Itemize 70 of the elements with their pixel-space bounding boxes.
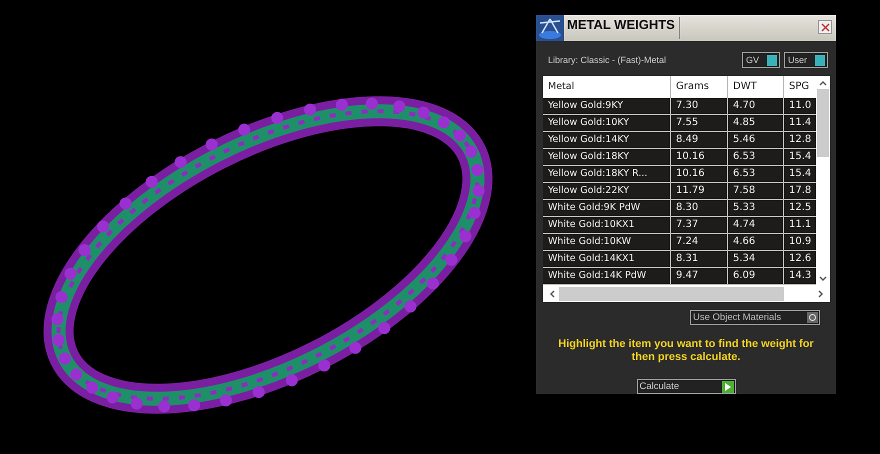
table-cell: White Gold:9K PdW [543,200,671,216]
table-cell: Yellow Gold:9KY [543,98,671,114]
table-cell-text: 12.6 [788,252,812,266]
toggle-button[interactable]: GV [742,52,780,68]
table-row[interactable]: White Gold:14KX1 8.31 5.34 12.6 [543,251,816,268]
table-cell-text: 11.4 [788,116,812,130]
close-button[interactable] [818,20,832,34]
table-cell: 4.66 [728,234,784,250]
table-row[interactable]: Yellow Gold:22KY 11.79 7.58 17.8 [543,183,816,200]
window-title: METAL WEIGHTS [566,16,676,34]
calculate-button[interactable]: Calculate [636,379,736,394]
instruction-text: Highlight the item you want to find the weight for then press calculate. [557,338,815,364]
table-row[interactable]: White Gold:14K PdW 9.47 6.09 14.3 [543,268,816,285]
table-cell: 4.74 [728,217,784,233]
table-cell: White Gold:14KX1 [543,251,671,267]
table-cell: 9.47 [671,268,728,284]
table-cell: 6.53 [728,149,784,165]
table-cell: White Gold:14K PdW [543,268,671,284]
table-cell: 5.33 [728,200,784,216]
table-cell: 11.79 [671,183,728,199]
table-row[interactable]: Yellow Gold:10KY 7.55 4.85 11.4 [543,115,816,132]
table-cell: Yellow Gold:18KY [543,149,671,165]
table-cell: 7.24 [671,234,728,250]
table-cell: 6.09 [728,268,784,284]
table-row[interactable]: Yellow Gold:18KY 10.16 6.53 15.4 [543,149,816,166]
table-cell-text: 15.4 [788,150,812,164]
table-cell: White Gold:10KW [543,234,671,250]
table-cell: 7.30 [671,98,728,114]
table-cell: 7.58 [728,183,784,199]
table-cell-text: 12.5 [788,201,812,215]
table-row[interactable]: Yellow Gold:18KY R... 10.16 6.53 15.4 [543,166,816,183]
table-cell-text: 15.4 [788,167,812,181]
table-cell: 8.49 [671,132,728,148]
table-cell: 8.30 [671,200,728,216]
table-row[interactable]: White Gold:9K PdW 8.30 5.33 12.5 [543,200,816,217]
table-cell: 5.34 [728,251,784,267]
table-cell: 10.16 [671,149,728,165]
table-cell: Yellow Gold:10KY [543,115,671,131]
table-row[interactable]: White Gold:10KX1 7.37 4.74 11.1 [543,217,816,234]
table-cell-text: 10.9 [788,235,812,249]
table-cell: 4.85 [728,115,784,131]
column-header[interactable]: SPG [784,76,816,98]
table-row[interactable]: Yellow Gold:9KY 7.30 4.70 11.0 [543,98,816,115]
toggle-icon[interactable] [767,54,777,66]
radio-icon[interactable] [807,312,818,323]
object-materials-option[interactable]: Use Object Materials [690,310,820,325]
table-cell-text: 17.8 [788,184,812,198]
play-icon[interactable] [722,380,734,392]
table-cell: 7.55 [671,115,728,131]
table-row[interactable]: White Gold:10KW 7.24 4.66 10.9 [543,234,816,251]
table-cell: 8.31 [671,251,728,267]
close-icon[interactable] [820,22,830,32]
table-cell: Yellow Gold:14KY [543,132,671,148]
table-cell-text: 11.1 [788,218,812,232]
table-cell: 6.53 [728,166,784,182]
table-cell: White Gold:10KX1 [543,217,671,233]
table-cell-text: 12.8 [788,133,812,147]
table-cell: 5.46 [728,132,784,148]
table-row[interactable]: Yellow Gold:14KY 8.49 5.46 12.8 [543,132,816,149]
library-label: Library: Classic - (Fast)-Metal [548,55,666,65]
toggle-button[interactable]: User [784,52,828,68]
table-cell: Yellow Gold:18KY R... [543,166,671,182]
table-cell: 4.70 [728,98,784,114]
table-cell-text: 14.3 [788,269,812,283]
table-cell: 7.37 [671,217,728,233]
scale-icon [536,15,564,41]
table-cell: Yellow Gold:22KY [543,183,671,199]
table-cell: 10.16 [671,166,728,182]
table-cell-text: 11.0 [788,99,812,113]
toggle-icon[interactable] [815,54,825,66]
